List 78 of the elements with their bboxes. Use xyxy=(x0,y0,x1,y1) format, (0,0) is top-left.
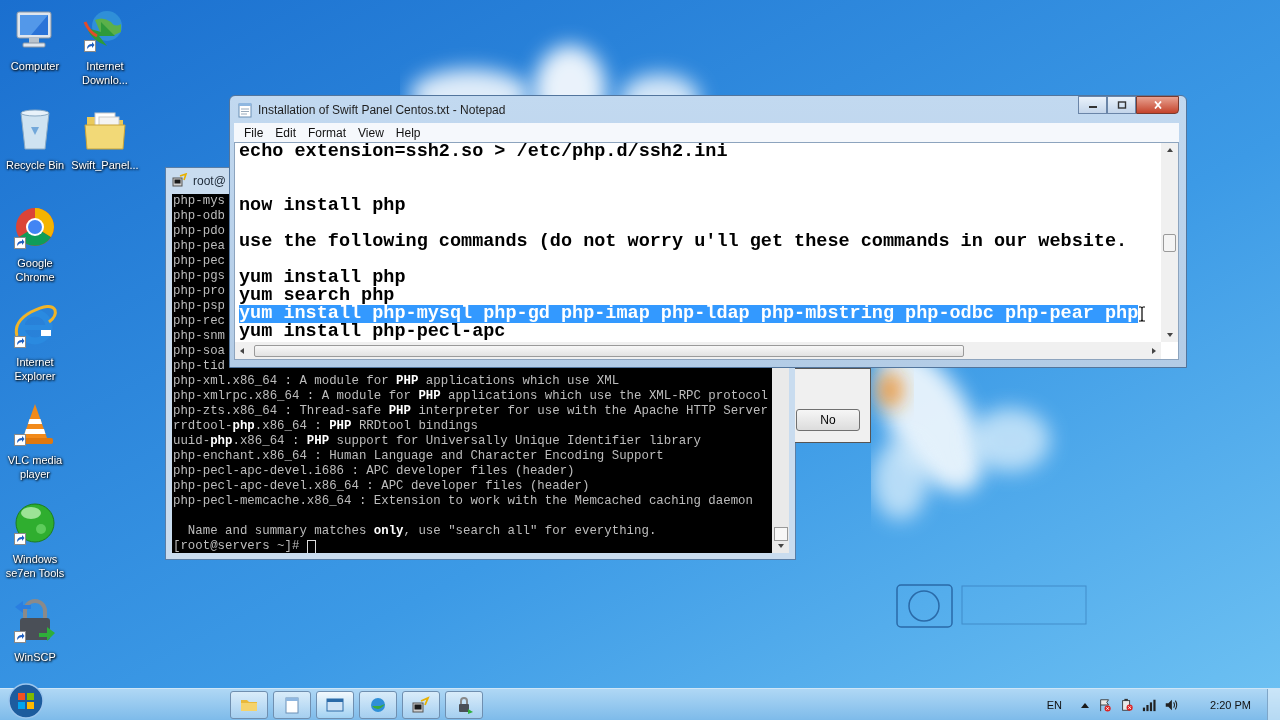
scroll-thumb[interactable] xyxy=(1163,233,1176,252)
desktop-icon-label[interactable]: Internet Downlo... xyxy=(71,59,139,87)
notepad-icon xyxy=(282,694,302,715)
terminal-line: php-xmlrpc.x86_64 : A module for PHP applications which use the XML-RPC protocol xyxy=(173,389,768,404)
terminal-line: php-tid xyxy=(173,359,226,374)
terminal-prompt: [root@servers ~]# xyxy=(173,539,300,553)
text-line: yum search php xyxy=(239,287,395,305)
scroll-left-icon[interactable] xyxy=(239,346,245,355)
text-cursor-icon xyxy=(1138,306,1147,322)
terminal-line: php-rec xyxy=(173,314,226,329)
terminal-line: php-snm xyxy=(173,329,226,344)
desktop-icon-label[interactable]: Swift_Panel... xyxy=(71,157,139,172)
language-indicator[interactable]: EN xyxy=(1046,698,1063,711)
desktop-icon-label[interactable]: VLC media player xyxy=(1,453,69,481)
menu-item[interactable]: Edit xyxy=(269,125,303,140)
terminal-line: php-pec xyxy=(173,254,226,269)
minimize-button[interactable] xyxy=(1078,96,1107,114)
close-button[interactable] xyxy=(1136,96,1179,114)
text-cursor xyxy=(307,539,317,553)
scroll-thumb[interactable] xyxy=(254,344,964,357)
text-line: echo extension=ssh2.so > /etc/php.d/ssh2.ini xyxy=(239,143,728,161)
scrollbar[interactable] xyxy=(1161,143,1178,342)
terminal-line: php-mys xyxy=(173,194,226,209)
terminal-line: php-pdo xyxy=(173,224,226,239)
selected-text: yum install php-mysql php-gd php-imap php-ldap php-mbstring php-odbc php-pear php xyxy=(239,305,1139,323)
terminal-line: php-psp xyxy=(173,299,226,314)
scroll-up-icon[interactable] xyxy=(1165,147,1174,153)
desktop-icon-label[interactable]: Internet Explorer xyxy=(1,354,69,383)
terminal-line: php-enchant.x86_64 : Human Language and Character Encoding Support xyxy=(173,449,664,464)
desktop-icon-label[interactable]: Computer xyxy=(1,59,69,73)
menu-item[interactable]: Help xyxy=(389,125,427,140)
scroll-down-icon[interactable] xyxy=(776,543,785,549)
menu-item[interactable]: Format xyxy=(302,125,353,140)
notepad-icon xyxy=(238,101,252,118)
desktop-icon-label[interactable]: WinSCP xyxy=(1,650,69,664)
terminal-line: php-zts.x86_64 : Thread-safe PHP interpreter for use with the Apache HTTP Server xyxy=(173,404,768,419)
power-warning-icon[interactable] xyxy=(1120,697,1135,712)
maximize-icon xyxy=(1116,101,1127,109)
maximize-button[interactable] xyxy=(1107,96,1136,114)
terminal-line: php-pecl-apc-devel.i686 : APC developer files (header) xyxy=(173,464,575,479)
signal-icon[interactable] xyxy=(1142,697,1157,712)
text-line: yum install php xyxy=(239,269,406,287)
scroll-right-icon[interactable] xyxy=(1151,346,1157,355)
text-line: now install php xyxy=(239,197,406,215)
menu-item[interactable]: View xyxy=(352,125,390,140)
terminal-line: php-xml.x86_64 : A module for PHP applications which use XML xyxy=(173,374,620,389)
window-title: root@ xyxy=(193,174,226,188)
scroll-thumb[interactable] xyxy=(773,527,788,541)
desktop-icon-label[interactable]: Google Chrome xyxy=(1,256,69,284)
terminal-line: php-soa xyxy=(173,344,226,359)
text-line: yum install php-pecl-apc xyxy=(239,323,506,341)
desktop-icon-label[interactable]: Windows se7en Tools xyxy=(1,551,69,580)
taskbar-button[interactable] xyxy=(445,690,483,719)
taskbar-button[interactable] xyxy=(402,690,440,719)
clock[interactable]: 2:20 PM xyxy=(1210,698,1251,711)
text-line: use the following commands (do not worry u'll get these commands in our website. xyxy=(239,233,1128,251)
terminal-line: php-pecl-apc-devel.x86_64 : APC developer files (header) xyxy=(173,479,590,494)
terminal-icon xyxy=(172,173,188,189)
terminal-line: php-pea xyxy=(173,239,226,254)
terminal-icon xyxy=(411,694,431,715)
terminal-line: php-pgs xyxy=(173,269,226,284)
flag-icon[interactable] xyxy=(1098,697,1113,712)
terminal-line: uuid-php.x86_64 : PHP support for Universally Unique Identifier library xyxy=(173,434,701,449)
terminal-line: php-pecl-memcache.x86_64 : Extension to work with the Memcached caching daemon xyxy=(173,494,753,509)
scroll-down-icon[interactable] xyxy=(1165,332,1174,338)
scrollbar[interactable] xyxy=(235,342,1161,359)
terminal-line: Name and summary matches only, use "search all" for everything. xyxy=(186,524,657,539)
scrollbar[interactable] xyxy=(772,369,789,553)
terminal-line: rrdtool-php.x86_64 : PHP RRDtool bindings xyxy=(173,419,478,434)
desktop-icon-label[interactable]: Recycle Bin xyxy=(1,157,69,172)
close-icon xyxy=(1152,101,1163,109)
terminal-line: php-odb xyxy=(173,209,226,224)
start-button[interactable] xyxy=(6,681,46,720)
window-title: Installation of Swift Panel Centos.txt - Notepad xyxy=(258,102,507,117)
no-button[interactable]: No xyxy=(796,409,860,431)
menu-item[interactable]: File xyxy=(238,125,270,140)
terminal-line: php-pro xyxy=(173,284,226,299)
speaker-icon[interactable] xyxy=(1164,697,1179,712)
